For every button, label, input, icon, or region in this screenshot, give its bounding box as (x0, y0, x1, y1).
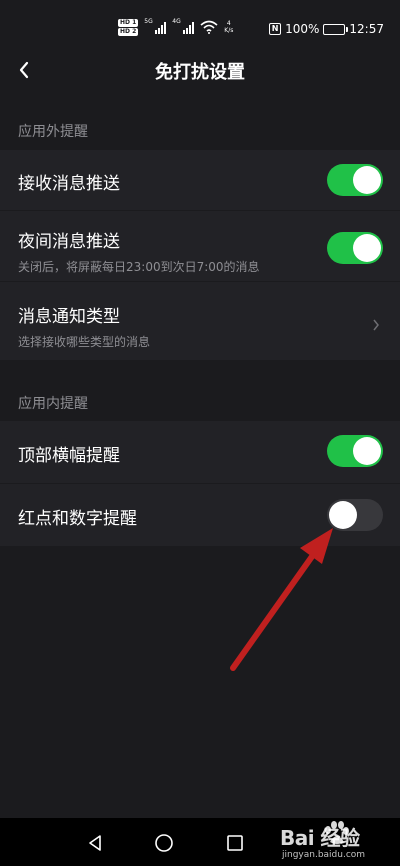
row-badge-reminder: 红点和数字提醒 (0, 484, 400, 546)
circle-home-icon[interactable] (151, 830, 177, 856)
status-bar: HD 1 HD 2 5G 4G 4 K/s N 100% 12:57 (0, 0, 400, 44)
network-speed: 4 K/s (224, 20, 234, 34)
battery-icon (323, 23, 349, 35)
battery-percent: 100% (285, 22, 320, 36)
row-receive-push: 接收消息推送 (0, 150, 400, 210)
row-title: 接收消息推送 (18, 174, 120, 194)
page-title: 免打扰设置 (155, 62, 245, 83)
row-title: 顶部横幅提醒 (18, 446, 120, 466)
triangle-back-icon[interactable] (82, 830, 108, 856)
row-title: 红点和数字提醒 (18, 509, 137, 529)
status-left-icons: HD 1 HD 2 5G 4G 4 K/s (118, 14, 233, 40)
signal-5g-icon: 5G (144, 18, 167, 34)
row-top-banner: 顶部横幅提醒 (0, 421, 400, 483)
section-label-outside: 应用外提醒 (18, 124, 88, 140)
row-title: 夜间消息推送 (18, 232, 120, 252)
chevron-right-icon (373, 319, 379, 331)
night-push-toggle[interactable] (327, 232, 383, 264)
nfc-icon: N (269, 23, 282, 35)
top-banner-toggle[interactable] (327, 435, 383, 467)
row-title: 消息通知类型 (18, 307, 120, 327)
toggle-knob (329, 501, 357, 529)
status-right-icons: N 100% 12:57 (269, 22, 384, 36)
row-night-push: 夜间消息推送 关闭后，将屏蔽每日23:00到次日7:00的消息 (0, 211, 400, 281)
square-recents-icon[interactable] (222, 830, 248, 856)
hd-indicators: HD 1 HD 2 (118, 18, 139, 36)
paw-logo-icon (325, 821, 349, 844)
baidu-watermark: Bai 经验 jingyan.baidu.com (264, 818, 394, 866)
app-header: 免打扰设置 (0, 44, 400, 96)
receive-push-toggle[interactable] (327, 164, 383, 196)
toggle-knob (353, 234, 381, 262)
row-subtitle: 关闭后，将屏蔽每日23:00到次日7:00的消息 (18, 260, 260, 274)
badge-reminder-toggle[interactable] (327, 499, 383, 531)
row-notification-type[interactable]: 消息通知类型 选择接收哪些类型的消息 (0, 282, 400, 360)
toggle-knob (353, 166, 381, 194)
wifi-icon (200, 20, 218, 34)
toggle-knob (353, 437, 381, 465)
status-time: 12:57 (349, 22, 384, 36)
signal-4g-icon: 4G (172, 18, 195, 34)
watermark-url: jingyan.baidu.com (282, 850, 366, 860)
row-subtitle: 选择接收哪些类型的消息 (18, 335, 151, 349)
hd2-badge: HD 2 (118, 27, 139, 36)
hd1-badge: HD 1 (118, 18, 139, 27)
section-label-inside: 应用内提醒 (18, 396, 88, 412)
